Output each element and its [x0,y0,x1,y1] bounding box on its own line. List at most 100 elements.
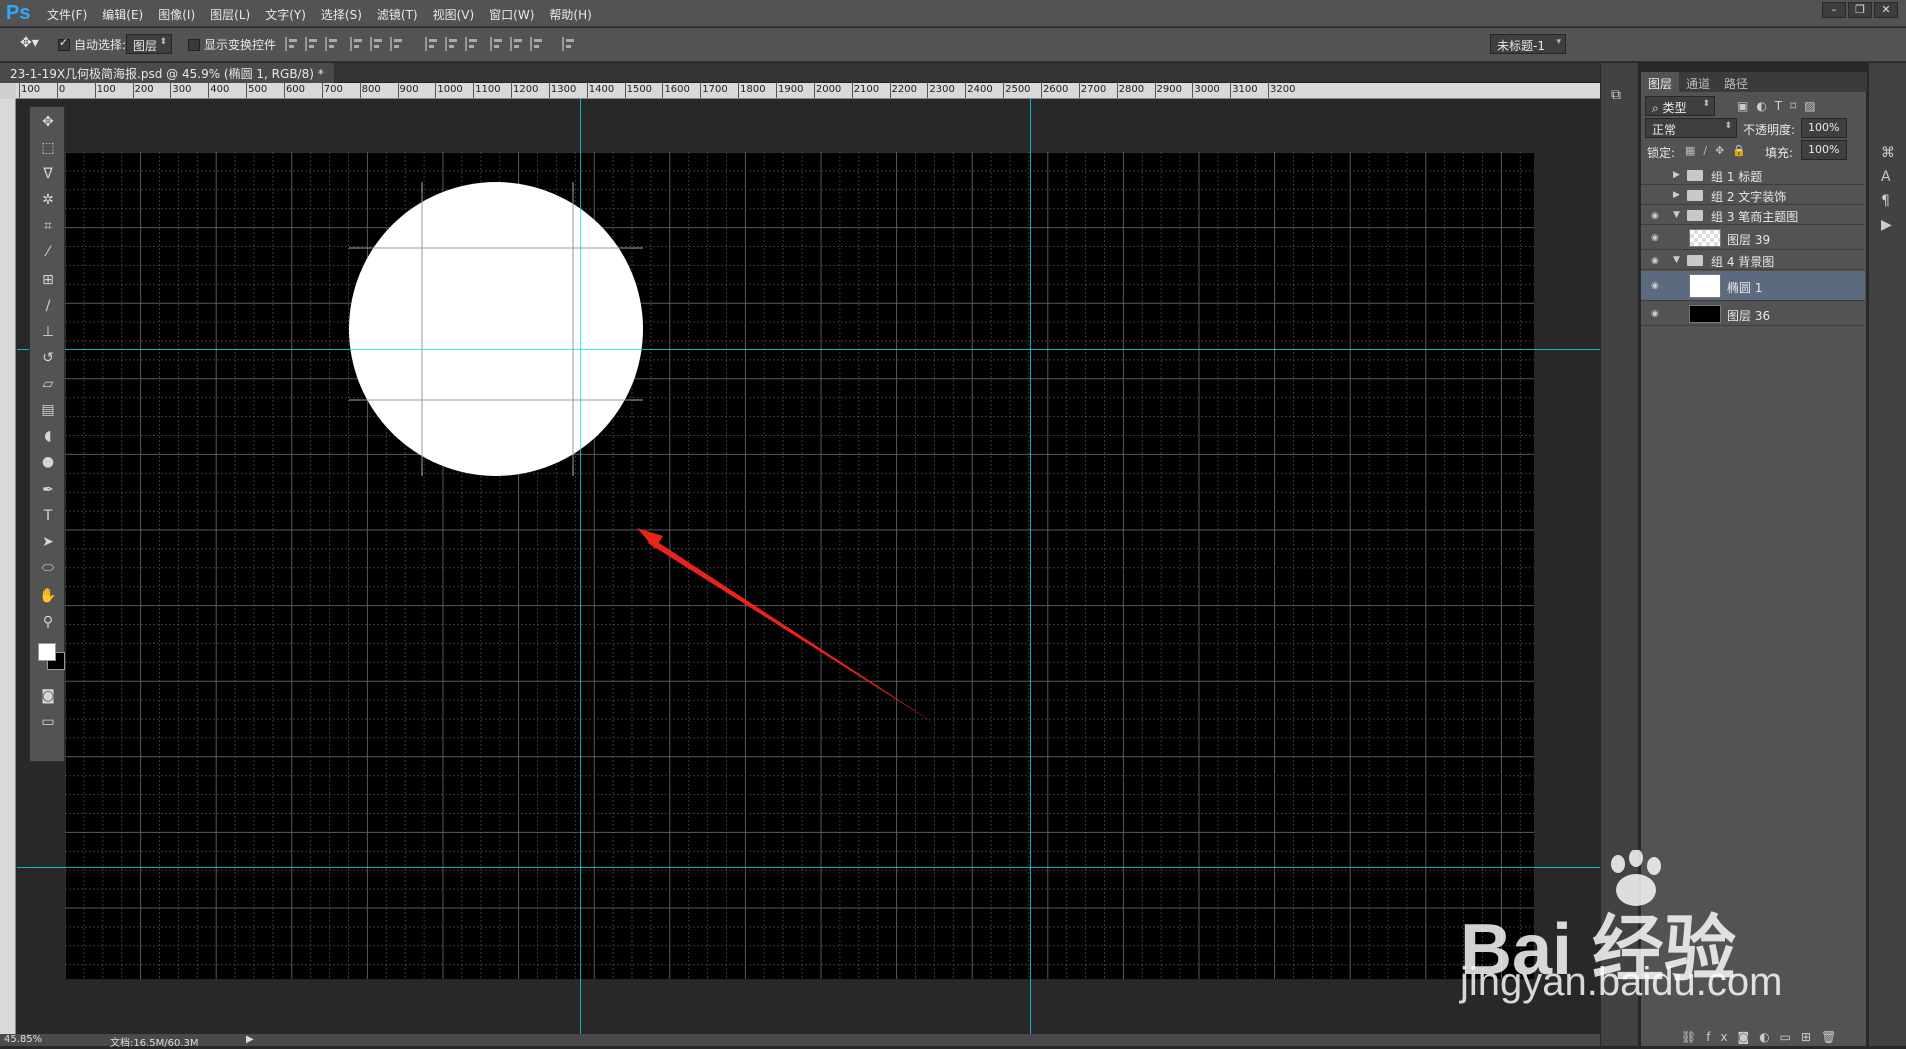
layer-filter-icons[interactable]: ▣◐T⌑▨ [1737,99,1824,113]
zoom-tool-icon[interactable]: ⚲ [39,613,57,631]
magic-wand-tool-icon[interactable]: ✲ [39,191,57,209]
vertical-guide[interactable] [580,99,581,1034]
fill-field[interactable]: 100% [1801,140,1847,160]
gradient-tool-icon[interactable]: ▤ [39,401,57,419]
menu-item-9[interactable]: 帮助(H) [549,6,591,23]
clone-stamp-tool-icon[interactable]: ⊥ [39,323,57,341]
marquee-tool-icon[interactable]: ⬚ [39,139,57,157]
vertical-ruler[interactable] [0,99,16,1034]
tab-channels[interactable]: 通道 [1679,72,1717,92]
artboard[interactable] [65,152,1534,979]
history-panel-icon[interactable]: ⧉ [1611,87,1621,103]
visibility-eye-icon[interactable] [1651,171,1661,181]
lock-icons[interactable]: ▦∕✥🔒 [1685,144,1754,157]
tab-paths[interactable]: 路径 [1717,72,1755,92]
show-transform-checkbox[interactable] [188,39,200,51]
quick-mask-icon[interactable]: ◙ [39,687,57,705]
visibility-eye-icon[interactable]: ◉ [1651,233,1661,243]
horizontal-ruler[interactable]: 100 0 100 200 300 400 500 600 700 800 900 1000 1100 1… [16,82,1600,99]
visibility-eye-icon[interactable] [1651,191,1661,201]
align-button-icon[interactable] [285,37,299,51]
layer-row[interactable]: ▶ 组 2 文字装饰 [1641,186,1865,205]
type-tool-icon[interactable]: T [39,507,57,525]
group-expand-icon[interactable]: ▼ [1673,255,1680,265]
ellipse-shape[interactable] [349,182,643,476]
move-tool-icon[interactable]: ✥ [39,113,57,131]
vertical-guide[interactable] [1030,99,1031,1034]
visibility-eye-icon[interactable]: ◉ [1651,281,1661,291]
align-button-icon[interactable] [325,37,339,51]
menu-item-6[interactable]: 滤镜(T) [377,6,418,23]
align-button-icon[interactable] [305,37,319,51]
show-transform-option[interactable]: 显示变换控件 [188,36,276,53]
visibility-eye-icon[interactable]: ◉ [1651,309,1661,319]
menu-item-0[interactable]: 文件(F) [47,6,87,23]
menu-item-8[interactable]: 窗口(W) [489,6,534,23]
layer-row[interactable]: ◉ ▼ 组 3 笔商主题图 [1641,206,1865,225]
menu-item-3[interactable]: 图层(L) [210,6,250,23]
healing-brush-tool-icon[interactable]: ⊞ [39,271,57,289]
visibility-eye-icon[interactable]: ◉ [1651,211,1661,221]
layer-filter-dropdown[interactable]: ⌕ 类型 ⬍ [1645,96,1715,116]
menu-item-2[interactable]: 图像(I) [158,6,195,23]
align-button-icon[interactable] [490,37,504,51]
align-button-icon[interactable] [425,37,439,51]
auto-select-option[interactable]: 自动选择: [58,36,126,53]
layer-row[interactable]: ▶ 组 1 标题 [1641,166,1865,185]
dodge-tool-icon[interactable]: ● [39,453,57,471]
zoom-level[interactable]: 45.85% [4,1034,42,1045]
align-button-icon[interactable] [562,37,576,51]
ruler-origin[interactable] [0,83,16,99]
status-menu-arrow-icon[interactable]: ▶ [246,1034,254,1045]
restore-button[interactable]: ❐ [1848,2,1872,18]
blur-tool-icon[interactable]: ◖ [39,427,57,445]
tab-layers[interactable]: 图层 [1641,72,1680,92]
crop-tool-icon[interactable]: ⌗ [39,217,57,235]
ellipse-tool-icon[interactable]: ⬭ [39,559,57,577]
horizontal-guide[interactable] [17,349,1600,350]
menu-item-4[interactable]: 文字(Y) [265,6,306,23]
menu-item-5[interactable]: 选择(S) [321,6,362,23]
align-button-icon[interactable] [465,37,479,51]
align-button-icon[interactable] [530,37,544,51]
align-button-icon[interactable] [370,37,384,51]
move-tool-preset-icon[interactable]: ✥▾ [20,35,39,51]
group-expand-icon[interactable]: ▼ [1673,210,1680,220]
brush-tool-icon[interactable]: ∕ [39,297,57,315]
minimize-button[interactable]: – [1822,2,1846,18]
menu-item-7[interactable]: 视图(V) [433,6,475,23]
blend-mode-dropdown[interactable]: 正常 ⬍ [1645,118,1737,138]
layer-row[interactable]: ◉ 椭圆 1 [1641,271,1865,301]
pen-tool-icon[interactable]: ✒ [39,481,57,499]
group-expand-icon[interactable]: ▶ [1673,190,1680,200]
align-button-icon[interactable] [350,37,364,51]
document-tab[interactable]: 23-1-19X几何极简海报.psd @ 45.9% (椭圆 1, RGB/8)… [0,63,334,83]
layer-actions-icons[interactable]: ⛓fx◙◐▭⊞🗑 [1681,1030,1846,1044]
menu-item-1[interactable]: 编辑(E) [102,6,143,23]
history-brush-tool-icon[interactable]: ↺ [39,349,57,367]
color-swatches[interactable] [35,643,65,675]
path-selection-tool-icon[interactable]: ➤ [39,533,57,551]
side-panel-icons[interactable]: ⌘ A ¶ ▶ [1881,141,1895,237]
eraser-tool-icon[interactable]: ▱ [39,375,57,393]
close-button[interactable]: ✕ [1874,2,1898,18]
workspace-dropdown[interactable]: 未标题-1 ▾ [1490,34,1566,54]
opacity-field[interactable]: 100% [1801,118,1847,138]
align-button-icon[interactable] [445,37,459,51]
canvas-workspace[interactable] [17,99,1600,1034]
align-button-icon[interactable] [390,37,404,51]
layer-row[interactable]: ◉ 图层 39 [1641,226,1865,250]
hand-tool-icon[interactable]: ✋ [39,587,57,605]
eyedropper-tool-icon[interactable]: ⁄ [39,243,57,261]
group-expand-icon[interactable]: ▶ [1673,170,1680,180]
foreground-color-swatch[interactable] [38,643,56,661]
screen-mode-icon[interactable]: ▭ [39,713,57,731]
layer-row[interactable]: ◉ ▼ 组 4 背景图 [1641,251,1865,270]
lasso-tool-icon[interactable]: ᐁ [39,165,57,183]
layer-row[interactable]: ◉ 图层 36 [1641,302,1865,326]
auto-select-checkbox[interactable] [58,36,70,51]
align-button-icon[interactable] [510,37,524,51]
visibility-eye-icon[interactable]: ◉ [1651,256,1661,266]
horizontal-guide[interactable] [17,867,1600,868]
auto-select-target-dropdown[interactable]: 图层 ⬍ [126,34,172,54]
